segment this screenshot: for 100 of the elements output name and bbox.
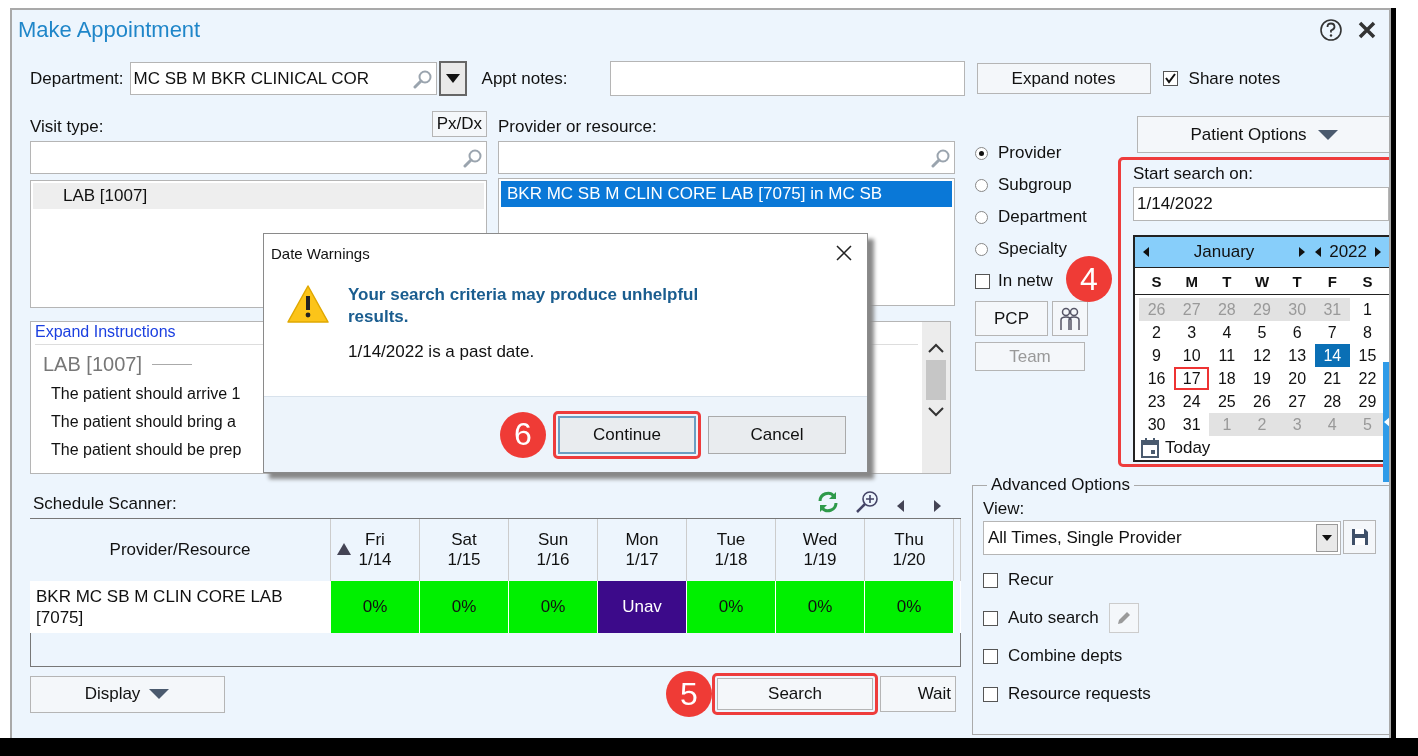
calendar-day[interactable]: 3: [1174, 321, 1210, 344]
previous-year-icon[interactable]: [1313, 246, 1324, 258]
visit-type-search-field[interactable]: [30, 141, 487, 174]
callout-badge: 5: [666, 671, 712, 717]
calendar-day[interactable]: 12: [1244, 344, 1280, 367]
calendar-day[interactable]: 6: [1279, 321, 1315, 344]
px-dx-button[interactable]: Px/Dx: [431, 111, 487, 137]
table-cell[interactable]: 0%: [686, 581, 776, 633]
radio-button[interactable]: [975, 210, 988, 224]
calendar-day[interactable]: 27: [1279, 390, 1315, 413]
calendar-day[interactable]: 4: [1209, 321, 1245, 344]
weekday-label: W: [1253, 272, 1271, 292]
appt-notes-field[interactable]: [609, 61, 965, 96]
calendar-day[interactable]: 2: [1139, 321, 1175, 344]
cancel-button[interactable]: Cancel: [708, 415, 846, 454]
checkbox-label: Recur: [1008, 570, 1054, 590]
calendar-day[interactable]: 1: [1349, 298, 1385, 321]
calendar-day[interactable]: 19: [1244, 367, 1280, 390]
calendar-day[interactable]: 20: [1279, 367, 1315, 390]
checkbox-label: Share notes: [1188, 68, 1281, 89]
wait-button[interactable]: Wait: [880, 676, 956, 712]
column-header[interactable]: Fri 1/14: [330, 519, 420, 581]
today-button[interactable]: Today: [1165, 438, 1211, 458]
patient-options-button[interactable]: Patient Options: [1137, 116, 1389, 153]
close-icon[interactable]: [835, 244, 853, 262]
calendar-day[interactable]: 23: [1139, 390, 1175, 413]
checkbox[interactable]: [983, 572, 998, 588]
checkbox[interactable]: [975, 273, 990, 289]
column-header[interactable]: Wed 1/19: [775, 519, 865, 581]
calendar-day[interactable]: 28: [1314, 390, 1350, 413]
warning-message: 1/14/2022 is a past date.: [348, 342, 536, 363]
radio-button[interactable]: [975, 242, 988, 256]
calendar-day[interactable]: 26: [1244, 390, 1280, 413]
scroll-down-icon[interactable]: [927, 406, 945, 418]
calendar-day[interactable]: 30: [1139, 413, 1175, 436]
column-header[interactable]: Tue 1/18: [686, 519, 776, 581]
dropdown-button[interactable]: [438, 61, 467, 96]
expand-notes-button[interactable]: Expand notes: [976, 63, 1151, 94]
calendar-day[interactable]: 14: [1314, 344, 1350, 367]
people-icon[interactable]: [1052, 301, 1088, 336]
view-dropdown[interactable]: All Times, Single Provider: [983, 521, 1341, 555]
provider-search-field[interactable]: [498, 141, 955, 174]
scroll-up-icon[interactable]: [927, 342, 945, 354]
close-icon[interactable]: [1357, 20, 1377, 40]
department-field[interactable]: MC SB M BKR CLINICAL COR: [129, 62, 437, 95]
table-cell[interactable]: 0%: [419, 581, 509, 633]
checkbox[interactable]: [983, 648, 998, 664]
appt-notes-label: Appt notes:: [481, 68, 568, 89]
calendar-day[interactable]: 10: [1174, 344, 1210, 367]
calendar-day[interactable]: 16: [1139, 367, 1175, 390]
pencil-icon[interactable]: [1108, 603, 1139, 633]
refresh-icon[interactable]: [816, 490, 840, 514]
calendar-day[interactable]: 8: [1349, 321, 1385, 344]
table-cell[interactable]: 0%: [775, 581, 865, 633]
calendar-day[interactable]: 7: [1314, 321, 1350, 344]
calendar-day[interactable]: 15: [1349, 344, 1385, 367]
column-header[interactable]: Sat 1/15: [419, 519, 509, 581]
display-button[interactable]: Display: [30, 675, 225, 713]
calendar-day[interactable]: 5: [1244, 321, 1280, 344]
search-button[interactable]: Search: [717, 678, 873, 710]
start-date-field[interactable]: 1/14/2022: [1133, 187, 1389, 221]
radio-button[interactable]: [975, 178, 988, 192]
column-header[interactable]: Thu 1/20: [864, 519, 954, 581]
column-header[interactable]: Mon 1/17: [597, 519, 687, 581]
column-header[interactable]: Sun 1/16: [508, 519, 598, 581]
table-cell[interactable]: 0%: [864, 581, 954, 633]
checkbox[interactable]: [983, 610, 998, 626]
calendar-day[interactable]: 11: [1209, 344, 1245, 367]
checkbox[interactable]: [983, 686, 998, 702]
list-item[interactable]: BKR MC SB M CLIN CORE LAB [7075] in MC SB: [501, 181, 952, 207]
radio-button[interactable]: [975, 146, 988, 160]
calendar-day[interactable]: 13: [1279, 344, 1315, 367]
table-cell[interactable]: 0%: [508, 581, 598, 633]
panel-toggle[interactable]: [1383, 362, 1389, 482]
column-header[interactable]: Provider/Resource: [30, 519, 331, 581]
advanced-options-title: Advanced Options: [990, 475, 1131, 495]
calendar-day[interactable]: 31: [1174, 413, 1210, 436]
table-cell[interactable]: 0%: [330, 581, 420, 633]
continue-button[interactable]: Continue: [558, 415, 696, 454]
calendar-day[interactable]: 22: [1349, 367, 1385, 390]
calendar-day[interactable]: 24: [1174, 390, 1210, 413]
calendar-day[interactable]: 17: [1174, 367, 1210, 390]
weekday-label: S: [1361, 272, 1374, 292]
checkbox[interactable]: [1162, 71, 1178, 86]
calendar-day[interactable]: 25: [1209, 390, 1245, 413]
next-year-icon[interactable]: [1373, 246, 1383, 258]
scrollbar[interactable]: [922, 322, 950, 473]
save-icon[interactable]: [1343, 520, 1376, 554]
help-icon[interactable]: [1319, 18, 1343, 42]
calendar-day[interactable]: 29: [1349, 390, 1385, 413]
zoom-in-icon[interactable]: [854, 490, 880, 514]
radio-label: Department: [998, 207, 1087, 227]
calendar-day[interactable]: 9: [1139, 344, 1175, 367]
previous-month-icon[interactable]: [1141, 246, 1151, 258]
list-item[interactable]: LAB [1007]: [33, 183, 484, 209]
pcp-button[interactable]: PCP: [975, 301, 1048, 336]
table-cell[interactable]: Unav: [597, 581, 687, 633]
calendar-day[interactable]: 21: [1314, 367, 1350, 390]
scroll-thumb[interactable]: [926, 360, 946, 400]
calendar-day[interactable]: 18: [1209, 367, 1245, 390]
